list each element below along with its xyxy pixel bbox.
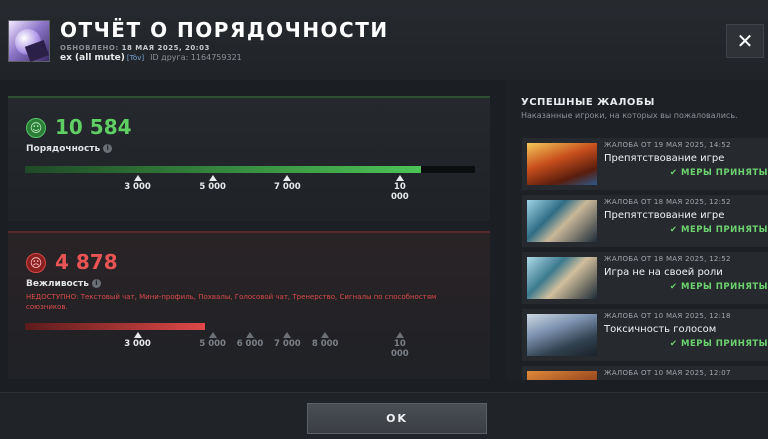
player-name[interactable]: ex (all mute) xyxy=(60,53,125,63)
tick-label: 7 000 xyxy=(274,339,301,349)
updated-line: ОБНОВЛЕНО: 18 МАЯ 2025, 20:03 xyxy=(60,44,210,52)
conduct-label-row: Порядочность i xyxy=(26,144,113,154)
hero-portrait xyxy=(527,314,597,356)
conduct-score: 10 584 xyxy=(55,115,132,139)
reports-title: УСПЕШНЫЕ ЖАЛОБЫ xyxy=(521,97,655,108)
info-icon[interactable]: i xyxy=(91,279,101,288)
report-status: ✔ МЕРЫ ПРИНЯТЫ xyxy=(669,225,768,235)
player-tag: [Töv] xyxy=(126,54,145,62)
report-date: ЖАЛОБА ОТ 10 МАЯ 2025, 12:07 xyxy=(604,369,731,377)
report-item[interactable]: ЖАЛОБА ОТ 10 МАЯ 2025, 12:18 Токсичность… xyxy=(522,309,768,361)
tick-marker xyxy=(246,332,254,338)
ok-button[interactable]: OK xyxy=(307,403,487,434)
tick-label: 5 000 xyxy=(199,182,226,192)
report-status: ✔ МЕРЫ ПРИНЯТЫ xyxy=(669,168,768,178)
behavior-score: 4 878 xyxy=(55,250,118,274)
report-status: ✔ МЕРЫ ПРИНЯТЫ xyxy=(669,339,768,349)
conduct-bar-fill xyxy=(25,166,421,173)
tick-label: 8 000 xyxy=(311,339,339,349)
report-reason: Препятствование игре xyxy=(604,153,725,164)
conduct-label: Порядочность xyxy=(26,144,101,154)
tick-marker xyxy=(321,332,330,338)
report-item[interactable]: ЖАЛОБА ОТ 18 МАЯ 2025, 12:52 Игра не на … xyxy=(522,252,768,304)
tick-marker xyxy=(208,175,217,181)
tick-label: 10 000 xyxy=(390,182,409,202)
behavior-label-row: Вежливость i xyxy=(26,279,101,289)
behavior-bar xyxy=(25,323,475,330)
report-date: ЖАЛОБА ОТ 19 МАЯ 2025, 14:52 xyxy=(604,141,731,149)
info-icon[interactable]: i xyxy=(103,144,113,153)
reports-subtitle: Наказанные игроки, на которых вы пожалов… xyxy=(521,111,738,120)
report-item[interactable]: ЖАЛОБА ОТ 18 МАЯ 2025, 12:52 Препятствов… xyxy=(522,195,768,247)
updated-label: ОБНОВЛЕНО: xyxy=(60,44,119,52)
conduct-bar xyxy=(25,166,475,173)
updated-value: 18 МАЯ 2025, 20:03 xyxy=(121,44,210,52)
report-date: ЖАЛОБА ОТ 10 МАЯ 2025, 12:18 xyxy=(604,312,731,320)
tick-marker xyxy=(283,332,292,338)
frown-icon: ☹ xyxy=(26,253,46,273)
tick-marker xyxy=(395,175,404,181)
behavior-label: Вежливость xyxy=(26,279,89,289)
player-avatar[interactable] xyxy=(8,20,50,62)
report-reason: Препятствование игре xyxy=(604,210,725,221)
tick-label: 7 000 xyxy=(274,182,301,192)
tick-label: 10 000 xyxy=(390,339,409,359)
report-reason: Токсичность голосом xyxy=(604,324,717,335)
report-item[interactable]: ЖАЛОБА ОТ 19 МАЯ 2025, 14:52 Препятствов… xyxy=(522,138,768,190)
report-date: ЖАЛОБА ОТ 18 МАЯ 2025, 12:52 xyxy=(604,255,731,263)
tick-label: 5 000 xyxy=(199,339,226,349)
report-date: ЖАЛОБА ОТ 18 МАЯ 2025, 12:52 xyxy=(604,198,731,206)
tick-label: 3 000 xyxy=(124,182,151,192)
tick-marker xyxy=(133,175,142,181)
report-item[interactable]: ЖАЛОБА ОТ 10 МАЯ 2025, 12:07 xyxy=(522,366,768,380)
report-status: ✔ МЕРЫ ПРИНЯТЫ xyxy=(669,282,768,292)
tick-marker xyxy=(395,332,404,338)
report-reason: Игра не на своей роли xyxy=(604,267,723,278)
tick-label: 3 000 xyxy=(124,339,151,349)
smile-icon: ☺ xyxy=(26,118,46,138)
hero-portrait xyxy=(527,200,597,242)
tick-marker xyxy=(208,332,217,338)
tick-marker xyxy=(283,175,292,181)
player-info: ex (all mute) [Töv] ID друга: 1164759321 xyxy=(60,53,242,63)
hero-portrait xyxy=(527,371,597,380)
friend-id: ID друга: 1164759321 xyxy=(150,53,242,62)
unavailable-features: НЕДОСТУПНО: Текстовый чат, Мини-профиль,… xyxy=(26,293,437,311)
behavior-bar-fill xyxy=(25,323,205,330)
tick-marker xyxy=(133,332,142,338)
tick-label: 6 000 xyxy=(236,339,264,349)
hero-portrait xyxy=(527,143,597,185)
hero-portrait xyxy=(527,257,597,299)
page-title: ОТЧЁТ О ПОРЯДОЧНОСТИ xyxy=(60,18,389,42)
close-button[interactable]: ✕ xyxy=(726,24,764,58)
